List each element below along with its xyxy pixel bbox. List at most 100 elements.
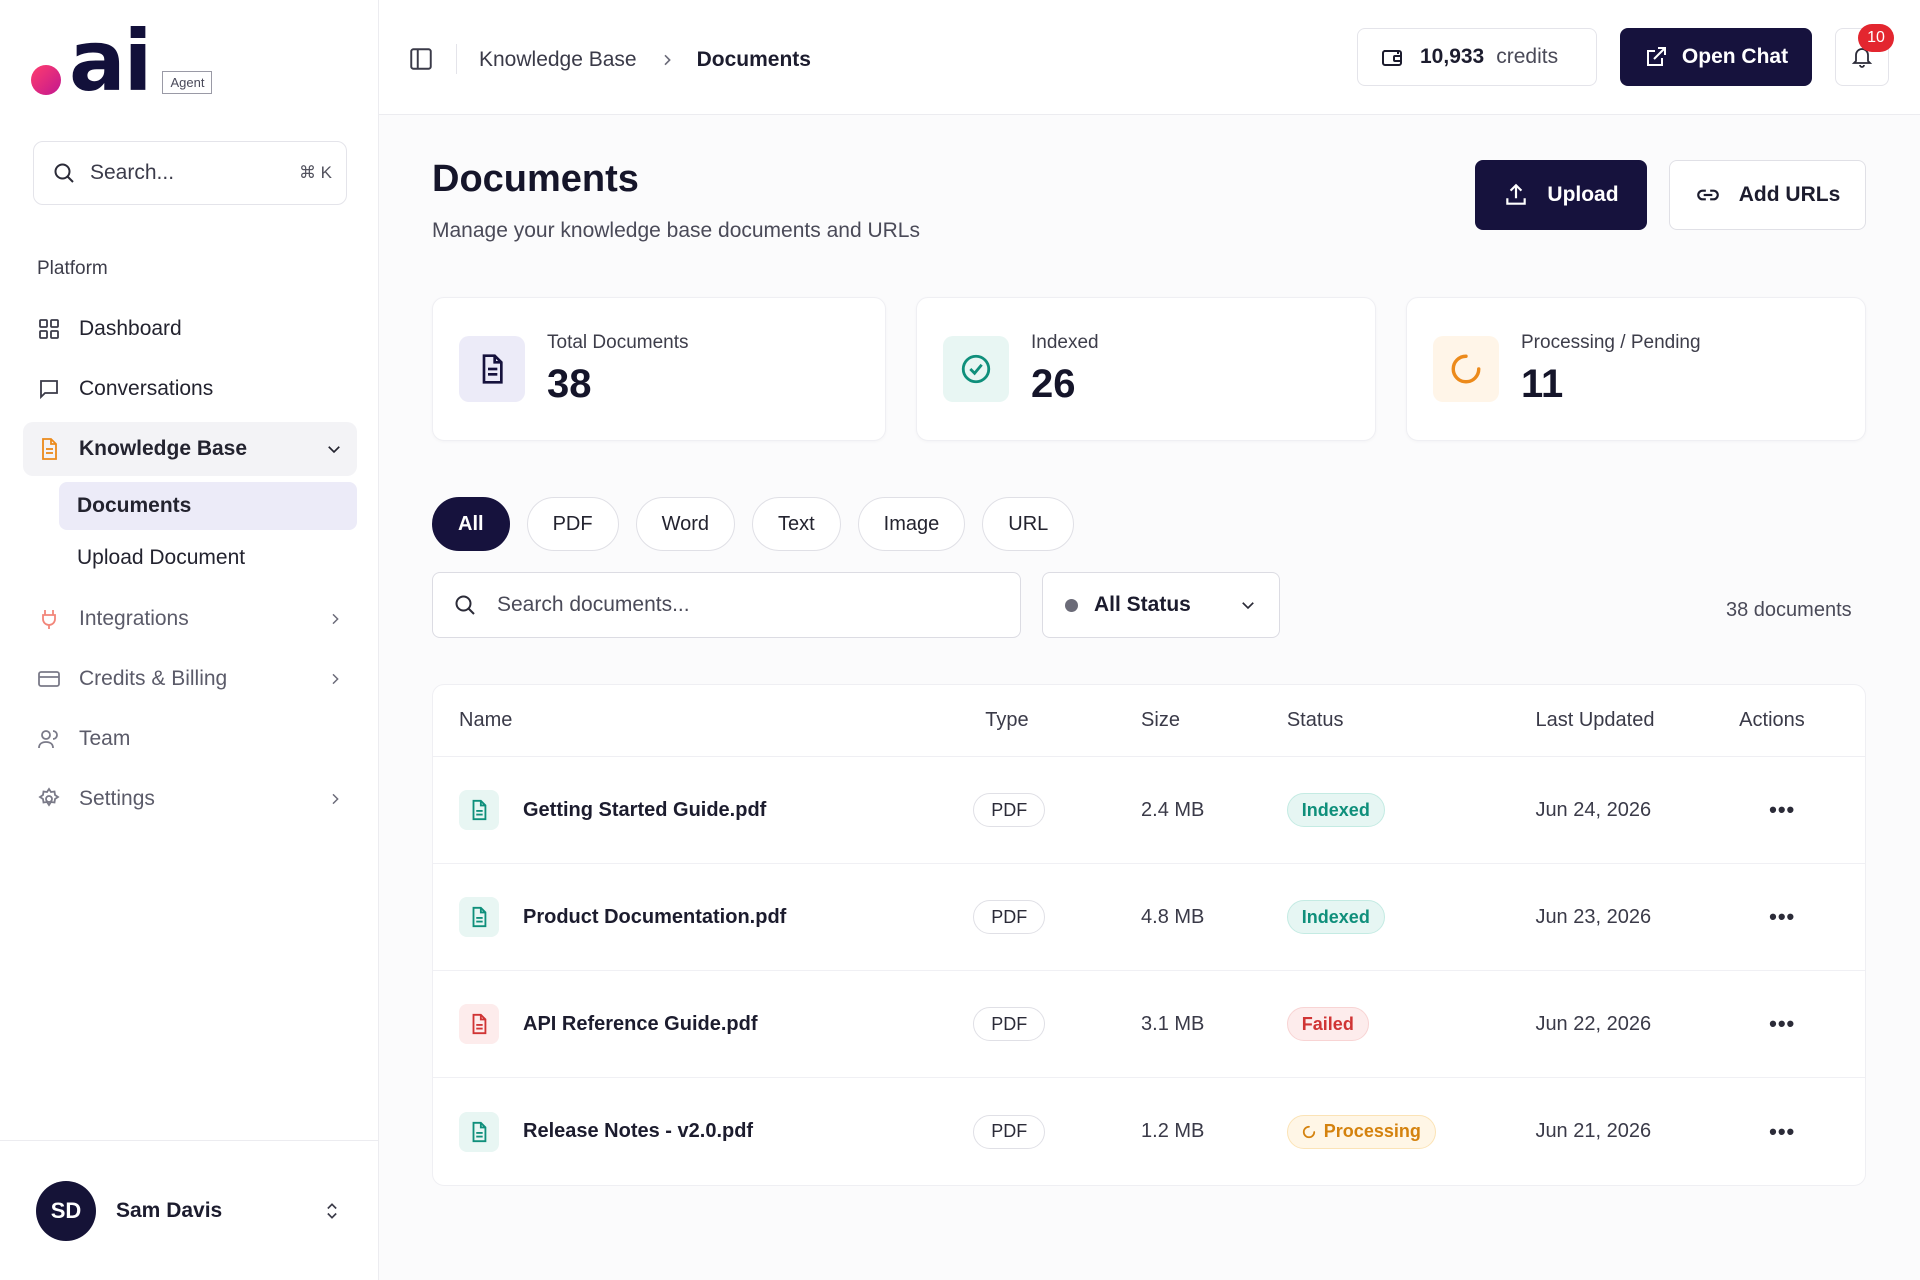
file-name[interactable]: Product Documentation.pdf — [523, 906, 786, 929]
sidebar-item-settings[interactable]: Settings — [23, 772, 357, 826]
cell-status: Failed — [1286, 1007, 1536, 1041]
stat-label: Processing / Pending — [1521, 331, 1701, 353]
file-name[interactable]: API Reference Guide.pdf — [523, 1013, 758, 1036]
filter-chip-pdf[interactable]: PDF — [526, 497, 619, 551]
open-chat-button[interactable]: Open Chat — [1620, 28, 1812, 86]
table-row[interactable]: Getting Started Guide.pdf PDF 2.4 MB Ind… — [433, 757, 1865, 864]
filter-chip-word[interactable]: Word — [635, 497, 735, 551]
sidebar-search[interactable]: Search... ⌘ K — [33, 141, 347, 205]
add-urls-button[interactable]: Add URLs — [1669, 160, 1866, 230]
filter-chip-image[interactable]: Image — [857, 497, 966, 551]
cell-type: PDF — [973, 1007, 1141, 1041]
external-link-icon — [1646, 47, 1666, 66]
column-header-status[interactable]: Status — [1287, 709, 1536, 732]
sidebar-toggle-icon[interactable] — [408, 46, 434, 72]
filter-chip-url[interactable]: URL — [982, 497, 1075, 551]
table-row[interactable]: API Reference Guide.pdf PDF 3.1 MB Faile… — [433, 971, 1865, 1078]
cell-status: Processing — [1286, 1114, 1536, 1149]
gear-icon — [38, 787, 60, 807]
sidebar-item-credits-billing[interactable]: Credits & Billing — [23, 652, 357, 706]
column-header-name[interactable]: Name — [433, 709, 985, 732]
chevron-down-icon — [1242, 602, 1254, 610]
stat-processing-pending: Processing / Pending 11 — [1406, 297, 1866, 441]
credits-display[interactable]: 10,933 credits — [1357, 28, 1597, 86]
sidebar-item-label: Integrations — [79, 607, 189, 630]
stat-label: Indexed — [1031, 331, 1099, 353]
cell-status: Indexed — [1286, 793, 1536, 827]
sidebar-item-team[interactable]: Team — [23, 712, 357, 766]
table-row[interactable]: Release Notes - v2.0.pdf PDF 1.2 MB Proc… — [433, 1078, 1865, 1185]
more-actions-icon[interactable]: ••• — [1769, 1119, 1795, 1144]
stat-label: Total Documents — [547, 331, 689, 353]
stat-value: 11 — [1521, 361, 1564, 406]
wallet-icon — [1382, 50, 1402, 66]
sidebar-item-conversations[interactable]: Conversations — [23, 362, 357, 416]
file-name[interactable]: Getting Started Guide.pdf — [523, 799, 766, 822]
search-icon — [54, 163, 74, 183]
document-search[interactable] — [432, 572, 1021, 638]
search-shortcut: ⌘ K — [298, 163, 332, 182]
breadcrumb: Knowledge Base Documents — [479, 48, 811, 72]
divider — [456, 44, 457, 74]
cell-actions: ••• — [1739, 797, 1865, 823]
user-menu[interactable]: SD Sam Davis — [0, 1140, 378, 1280]
logo-wordmark: ai — [69, 12, 152, 110]
sidebar-subitem-upload-document[interactable]: Upload Document — [59, 534, 357, 582]
breadcrumb-documents: Documents — [696, 48, 811, 71]
file-icon-box — [459, 1111, 499, 1152]
stat-icon-box — [1433, 336, 1499, 402]
status-dot — [1065, 598, 1078, 612]
file-icon — [472, 799, 487, 821]
file-icon-box — [459, 1004, 499, 1044]
breadcrumb-knowledge-base[interactable]: Knowledge Base — [479, 48, 637, 72]
sidebar-item-label: Credits & Billing — [79, 667, 228, 690]
sidebar-item-label: Knowledge Base — [79, 437, 248, 460]
sidebar-item-dashboard[interactable]: Dashboard — [23, 302, 357, 356]
status-filter-value: All Status — [1094, 593, 1191, 616]
topbar: Knowledge Base Documents 10,933 credits … — [379, 0, 1920, 115]
type-pill: PDF — [973, 900, 1046, 934]
sidebar-nav: Dashboard Conversations Knowledge Base D… — [23, 302, 357, 832]
column-header-size[interactable]: Size — [1141, 709, 1287, 732]
status-filter-select[interactable]: All Status — [1042, 572, 1280, 638]
cell-type: PDF — [973, 1114, 1141, 1149]
status-badge-label: Processing — [1323, 1121, 1421, 1141]
more-actions-icon[interactable]: ••• — [1769, 797, 1795, 822]
column-header-type[interactable]: Type — [985, 709, 1141, 732]
documents-table: Name Type Size Status Last Updated Actio… — [432, 684, 1866, 1186]
document-search-input[interactable] — [497, 593, 1000, 617]
more-actions-icon[interactable]: ••• — [1769, 904, 1795, 929]
file-name[interactable]: Release Notes - v2.0.pdf — [523, 1120, 753, 1143]
file-icon — [472, 906, 487, 928]
search-icon — [455, 595, 475, 615]
sidebar-item-integrations[interactable]: Integrations — [23, 592, 357, 646]
upload-label: Upload — [1547, 183, 1619, 206]
logo-dot — [31, 65, 61, 95]
cell-type: PDF — [973, 793, 1141, 827]
open-chat-label: Open Chat — [1681, 45, 1789, 68]
status-badge: Indexed — [1286, 900, 1385, 934]
filter-chip-all[interactable]: All — [432, 497, 510, 551]
logo[interactable]: ai Agent — [31, 12, 213, 110]
cell-name: Product Documentation.pdf — [433, 897, 985, 937]
sidebar: ai Agent Search... ⌘ K Platform Dashboar… — [0, 0, 379, 1280]
upload-icon — [1506, 183, 1527, 205]
stat-total-documents: Total Documents 38 — [432, 297, 886, 441]
type-pill: PDF — [973, 1114, 1046, 1149]
type-filter-chips: All PDF Word Text Image URL — [432, 497, 1091, 551]
upload-button[interactable]: Upload — [1475, 160, 1647, 230]
table-row[interactable]: Product Documentation.pdf PDF 4.8 MB Ind… — [433, 864, 1865, 971]
filter-chip-text[interactable]: Text — [751, 497, 841, 551]
more-actions-icon[interactable]: ••• — [1769, 1011, 1795, 1036]
column-header-last-updated[interactable]: Last Updated — [1535, 709, 1739, 732]
users-icon — [38, 730, 58, 749]
sidebar-item-label: Team — [79, 727, 131, 750]
add-urls-label: Add URLs — [1738, 183, 1841, 206]
chevron-right-icon — [664, 54, 671, 66]
sidebar-item-knowledge-base[interactable]: Knowledge Base — [23, 422, 357, 476]
document-icon — [482, 354, 503, 384]
chevron-down-icon[interactable] — [325, 440, 343, 458]
cell-actions: ••• — [1739, 1119, 1865, 1145]
sidebar-subitem-documents[interactable]: Documents — [59, 482, 357, 530]
type-pill: PDF — [973, 1007, 1046, 1041]
